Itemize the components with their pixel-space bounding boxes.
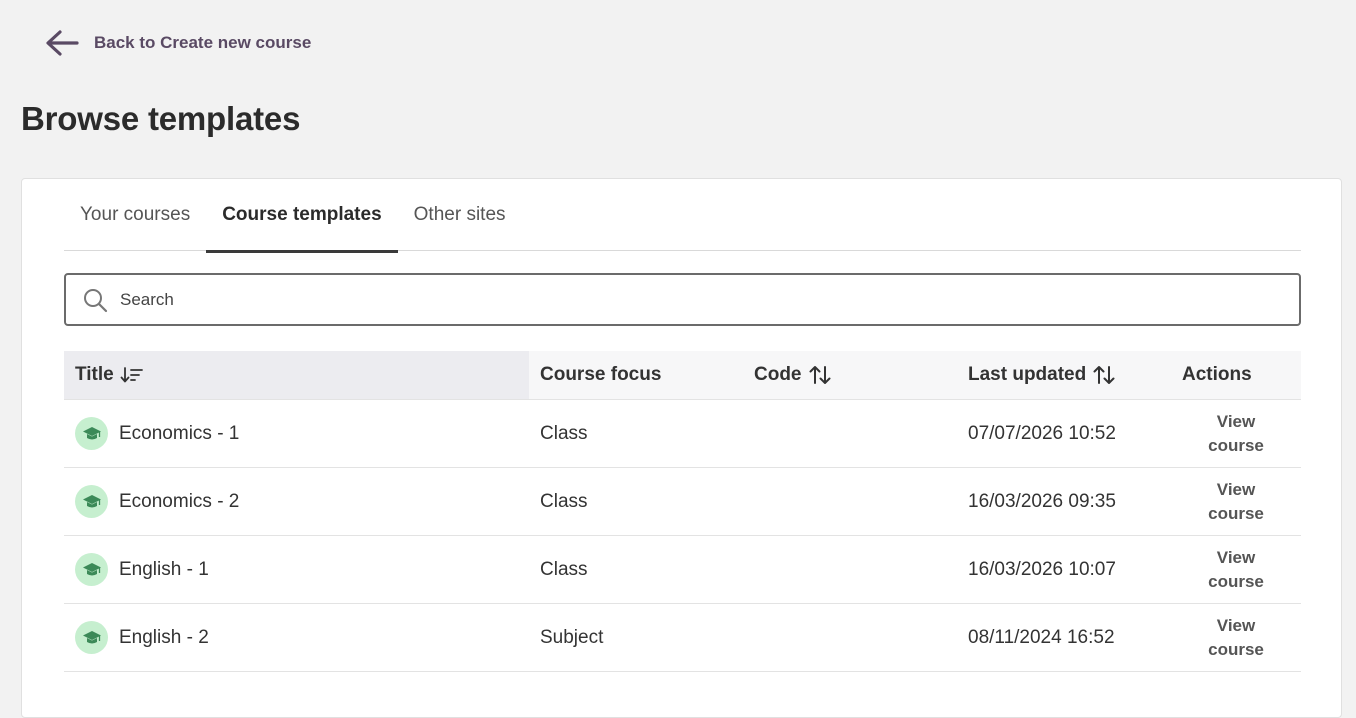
column-actions-label: Actions [1182, 364, 1252, 385]
sort-both-icon [809, 366, 830, 384]
tab-bar: Your courses Course templates Other site… [64, 179, 1301, 253]
cell-actions: View course [1171, 536, 1301, 603]
view-course-label-line2: course [1208, 571, 1264, 591]
column-title-label: Title [75, 364, 114, 385]
cell-title: Economics - 2 [64, 468, 529, 535]
cell-actions: View course [1171, 400, 1301, 467]
view-course-label-line2: course [1208, 435, 1264, 455]
sort-descending-icon [120, 367, 143, 383]
view-course-label-line2: course [1208, 503, 1264, 523]
cell-title: English - 1 [64, 536, 529, 603]
view-course-label-line1: View [1216, 479, 1256, 499]
graduation-cap-icon [75, 553, 108, 586]
view-course-label-line1: View [1216, 615, 1256, 635]
cell-course-focus: Class [540, 490, 588, 512]
back-link-label: Back to Create new course [94, 33, 312, 52]
column-header-course-focus: Course focus [529, 351, 743, 399]
cell-code [743, 536, 957, 603]
table-row: English - 1 Class 16/03/2026 10:07 View … [64, 536, 1301, 604]
cell-title: Economics - 1 [64, 400, 529, 467]
cell-course-focus: Subject [540, 626, 604, 648]
cell-last-updated: 16/03/2026 09:35 [968, 490, 1116, 512]
cell-course-focus: Class [540, 422, 588, 444]
course-title: English - 2 [119, 626, 209, 648]
view-course-button[interactable]: View course [1182, 478, 1290, 526]
cell-last-updated: 16/03/2026 10:07 [968, 558, 1116, 580]
templates-card: Your courses Course templates Other site… [21, 178, 1342, 718]
view-course-button[interactable]: View course [1182, 614, 1290, 662]
column-header-actions: Actions [1171, 351, 1301, 399]
column-header-title[interactable]: Title [64, 351, 529, 399]
sort-both-icon [1093, 366, 1115, 384]
graduation-cap-icon [75, 485, 108, 518]
course-title: English - 1 [119, 558, 209, 580]
column-focus-label: Course focus [540, 364, 662, 385]
templates-table: Title Course focus Code Last updated Act… [64, 351, 1301, 672]
column-header-code[interactable]: Code [743, 351, 957, 399]
table-row: English - 2 Subject 08/11/2024 16:52 Vie… [64, 604, 1301, 672]
cell-actions: View course [1171, 468, 1301, 535]
cell-code [743, 468, 957, 535]
course-title: Economics - 1 [119, 422, 240, 444]
table-row: Economics - 2 Class 16/03/2026 09:35 Vie… [64, 468, 1301, 536]
course-title: Economics - 2 [119, 490, 240, 512]
search-box [64, 273, 1301, 326]
view-course-button[interactable]: View course [1182, 410, 1290, 458]
graduation-cap-icon [75, 621, 108, 654]
cell-last-updated: 08/11/2024 16:52 [968, 626, 1115, 648]
cell-code [743, 400, 957, 467]
column-header-last-updated[interactable]: Last updated [957, 351, 1171, 399]
back-link[interactable]: Back to Create new course [44, 28, 311, 58]
cell-code [743, 604, 957, 671]
tab-course-templates[interactable]: Course templates [206, 179, 399, 253]
search-input[interactable] [120, 289, 1299, 310]
column-updated-label: Last updated [968, 364, 1087, 385]
cell-title: English - 2 [64, 604, 529, 671]
tab-your-courses[interactable]: Your courses [64, 179, 206, 251]
column-code-label: Code [754, 364, 802, 385]
view-course-button[interactable]: View course [1182, 546, 1290, 594]
arrow-left-icon [46, 30, 79, 56]
search-icon [84, 288, 108, 312]
cell-actions: View course [1171, 604, 1301, 671]
graduation-cap-icon [75, 417, 108, 450]
tab-other-sites[interactable]: Other sites [398, 179, 522, 251]
table-header: Title Course focus Code Last updated Act… [64, 351, 1301, 400]
cell-course-focus: Class [540, 558, 588, 580]
table-row: Economics - 1 Class 07/07/2026 10:52 Vie… [64, 400, 1301, 468]
page-title: Browse templates [21, 100, 301, 137]
view-course-label-line1: View [1216, 547, 1256, 567]
view-course-label-line1: View [1216, 411, 1256, 431]
view-course-label-line2: course [1208, 639, 1264, 659]
cell-last-updated: 07/07/2026 10:52 [968, 422, 1116, 444]
